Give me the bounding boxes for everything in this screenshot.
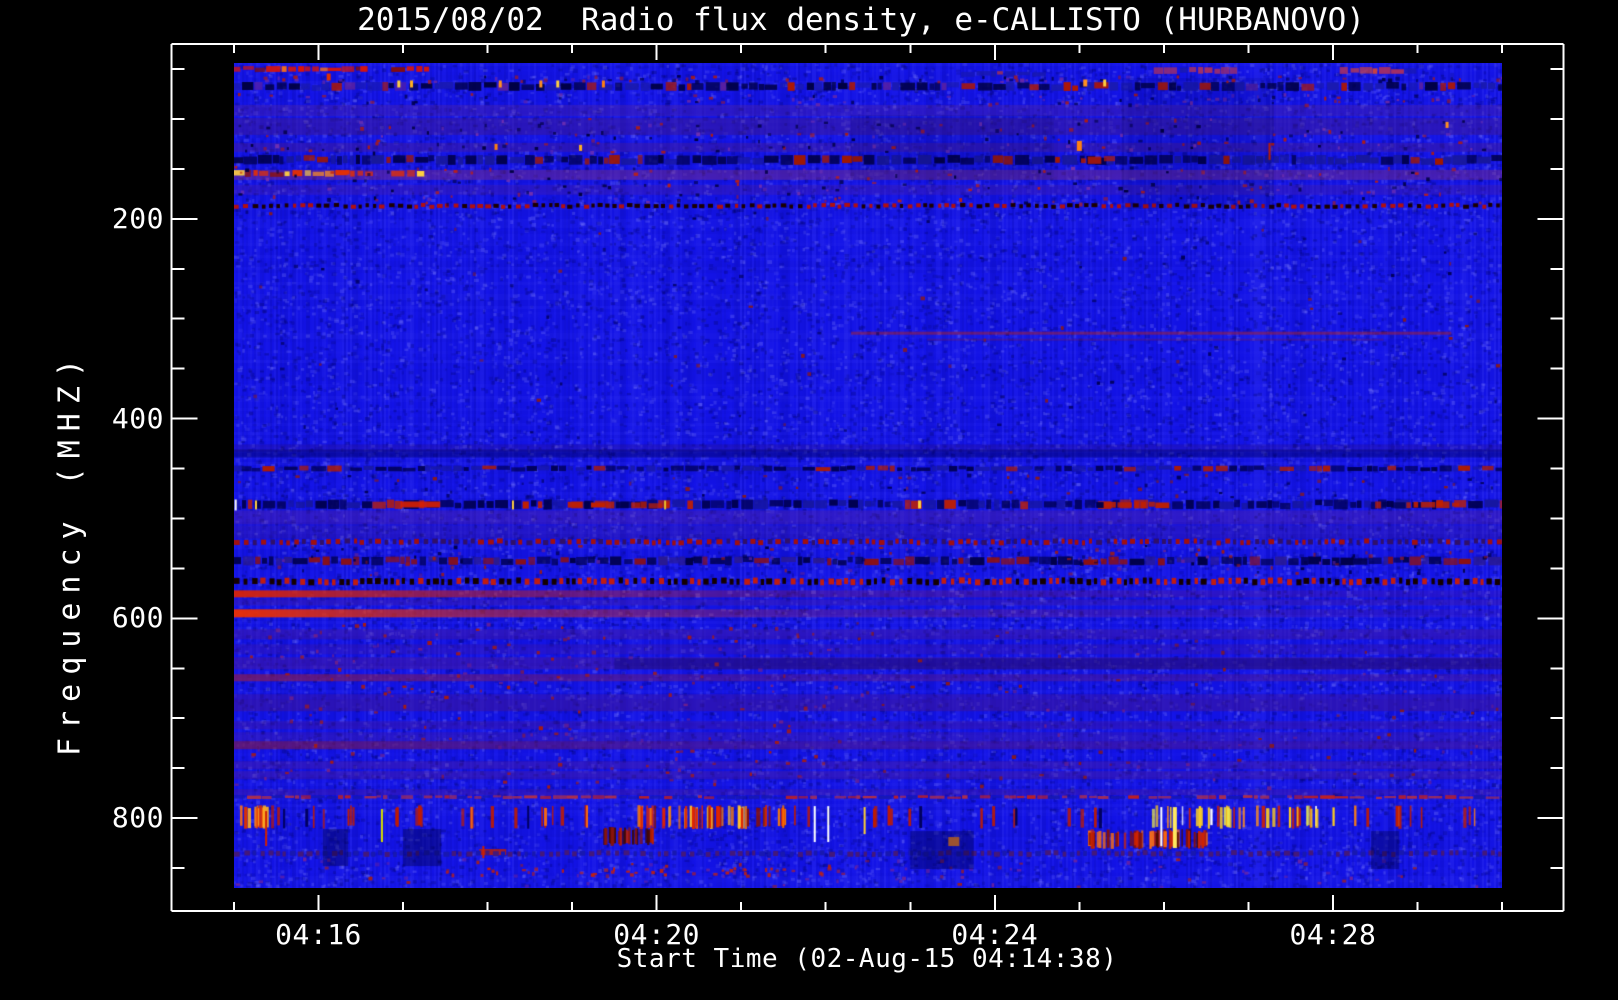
- y-tick-label: 800: [111, 801, 164, 835]
- spectrogram-canvas: [234, 63, 1502, 888]
- x-axis-title: Start Time (02-Aug-15 04:14:38): [616, 944, 1118, 974]
- plot-title: 2015/08/02 Radio flux density, e-CALLIST…: [357, 2, 1365, 38]
- y-tick-label: 200: [111, 201, 164, 235]
- spectrogram-screen: 2015/08/02 Radio flux density, e-CALLIST…: [0, 0, 1618, 1000]
- x-tick-label: 04:16: [275, 918, 362, 951]
- x-tick-label: 04:28: [1289, 918, 1377, 951]
- y-axis-title: Frequency (MHZ): [52, 350, 88, 756]
